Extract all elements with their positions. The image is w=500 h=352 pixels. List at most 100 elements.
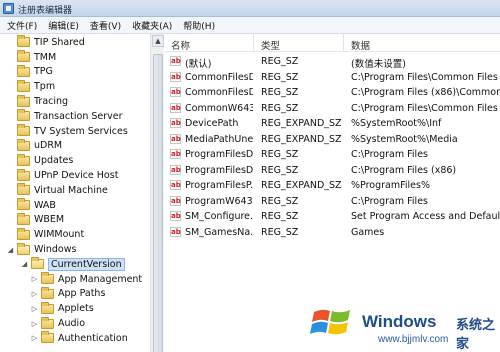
- folder-icon: [17, 183, 30, 196]
- expand-arrow-icon[interactable]: [6, 171, 15, 180]
- menu-edit[interactable]: 编辑(E): [44, 19, 83, 32]
- expand-arrow-icon[interactable]: [6, 230, 15, 239]
- value-data: Games: [351, 226, 385, 238]
- tree-item-label: App Management: [58, 273, 143, 285]
- folder-icon: [41, 301, 54, 314]
- tree-item[interactable]: ▷ Applets: [30, 301, 94, 316]
- expand-arrow-icon[interactable]: [6, 38, 15, 47]
- value-row[interactable]: ab ProgramFilesP... REG_EXPAND_SZ %ProgramF…: [165, 178, 500, 194]
- value-row[interactable]: ab MediaPathUne... REG_EXPAND_SZ %SystemRoo…: [165, 132, 500, 148]
- expand-arrow-icon[interactable]: [6, 201, 15, 210]
- tree-item-label: Applets: [58, 303, 94, 315]
- column-divider[interactable]: [253, 34, 254, 52]
- tree-item[interactable]: ▷ Authentication: [30, 331, 128, 346]
- column-name[interactable]: 名称: [171, 38, 190, 52]
- value-type: REG_SZ: [261, 102, 299, 114]
- string-value-icon: ab: [170, 211, 181, 221]
- tree-item[interactable]: WIMMount: [6, 227, 84, 242]
- value-type: REG_EXPAND_SZ: [261, 118, 342, 129]
- tree-item[interactable]: Tpm: [6, 79, 55, 94]
- tree-item-label: Virtual Machine: [34, 184, 108, 196]
- tree-item-label: CurrentVersion: [48, 257, 125, 271]
- collapse-arrow-icon[interactable]: ◢: [20, 260, 29, 269]
- column-data[interactable]: 数据: [351, 38, 370, 52]
- expand-arrow-icon[interactable]: [6, 156, 15, 165]
- tree-item[interactable]: TIP Shared: [6, 35, 85, 50]
- tree-item[interactable]: TPG: [6, 64, 53, 80]
- scroll-thumb[interactable]: [153, 54, 163, 352]
- tree-item-label: Tpm: [34, 81, 56, 93]
- column-type[interactable]: 类型: [261, 38, 280, 52]
- expand-arrow-icon[interactable]: [6, 53, 15, 62]
- value-name: SM_GamesNa...: [185, 226, 253, 238]
- windows-logo-icon: [310, 309, 350, 335]
- value-row[interactable]: ab ProgramW643... REG_SZ C:\Program Files: [165, 194, 500, 210]
- tree-item[interactable]: Virtual Machine: [6, 183, 108, 198]
- tree-item-label: uDRM: [34, 140, 63, 152]
- tree-item-label: UPnP Device Host: [34, 170, 119, 182]
- value-row[interactable]: ab ProgramFilesDir REG_SZ C:\Program Files: [165, 147, 500, 163]
- scroll-up-arrow-icon[interactable]: ▲: [152, 35, 164, 47]
- tree-item[interactable]: TMM: [6, 50, 56, 65]
- tree-item[interactable]: ▷ App Management: [30, 272, 142, 287]
- expand-arrow-icon[interactable]: ▷: [30, 304, 39, 313]
- expand-arrow-icon[interactable]: [6, 82, 15, 91]
- tree-item[interactable]: WBEM: [6, 212, 64, 228]
- tree-item[interactable]: ▷ App Paths: [30, 286, 105, 302]
- value-type: REG_SZ: [261, 71, 299, 83]
- folder-icon: [17, 198, 30, 211]
- menu-help[interactable]: 帮助(H): [179, 19, 219, 32]
- menu-view[interactable]: 查看(V): [86, 19, 125, 32]
- tree-item[interactable]: ◢ CurrentVersion: [20, 257, 125, 272]
- expand-arrow-icon[interactable]: [6, 141, 15, 150]
- folder-icon: [41, 272, 54, 285]
- expand-arrow-icon[interactable]: [6, 127, 15, 136]
- expand-arrow-icon[interactable]: ▷: [30, 319, 39, 328]
- value-row[interactable]: ab ProgramFilesD... REG_SZ C:\Program Files…: [165, 163, 500, 179]
- value-type: REG_SZ: [261, 211, 299, 222]
- expand-arrow-icon[interactable]: ▷: [30, 289, 39, 298]
- tree-item[interactable]: Transaction Server: [6, 109, 123, 124]
- value-name: CommonFilesD...: [185, 87, 253, 98]
- tree-item[interactable]: UPnP Device Host: [6, 168, 118, 183]
- value-row[interactable]: ab SM_Configure... REG_SZ Set Program Acces…: [165, 209, 500, 225]
- string-value-icon: ab: [170, 226, 181, 237]
- value-row[interactable]: ab CommonFilesDir REG_SZ C:\Program Files\C…: [165, 70, 500, 86]
- tree-item[interactable]: Updates: [6, 153, 73, 168]
- column-divider[interactable]: [343, 34, 344, 52]
- value-row[interactable]: ab DevicePath REG_EXPAND_SZ %SystemRoot%\In…: [165, 116, 500, 132]
- value-row[interactable]: ab CommonW643... REG_SZ C:\Program Files\Co…: [165, 101, 500, 117]
- tree-item-label: Tracing: [34, 96, 69, 108]
- value-row[interactable]: ab (默认) REG_SZ (数值未设置): [165, 54, 500, 70]
- watermark: Windows 系统之家 www.bjjmlv.com: [310, 300, 500, 352]
- tree-item[interactable]: Tracing: [6, 94, 68, 109]
- value-row[interactable]: ab CommonFilesD... REG_SZ C:\Program Files …: [165, 85, 500, 101]
- string-value-icon: ab: [170, 149, 181, 159]
- expand-arrow-icon[interactable]: [6, 215, 15, 224]
- value-row[interactable]: ab SM_GamesNa... REG_SZ Games: [165, 225, 500, 241]
- expand-arrow-icon[interactable]: [6, 112, 15, 121]
- collapse-arrow-icon[interactable]: ◢: [6, 245, 15, 254]
- tree-item[interactable]: TV System Services: [6, 124, 128, 139]
- tree-scrollbar[interactable]: ▲: [150, 34, 164, 352]
- tree-item[interactable]: ◢ Windows: [6, 242, 76, 257]
- menu-favorites[interactable]: 收藏夹(A): [128, 19, 176, 32]
- expand-arrow-icon[interactable]: ▷: [30, 334, 39, 343]
- tree-item[interactable]: WAB: [6, 198, 56, 213]
- folder-icon: [17, 212, 30, 225]
- expand-arrow-icon[interactable]: [6, 97, 15, 106]
- tree-item[interactable]: ▷ Audio: [30, 316, 85, 331]
- tree-item-label: TPG: [34, 66, 53, 78]
- tree-item-label: TIP Shared: [34, 36, 85, 48]
- expand-arrow-icon[interactable]: ▷: [30, 275, 39, 284]
- folder-icon: [17, 242, 30, 255]
- value-name: ProgramW643...: [185, 195, 253, 207]
- folder-icon: [17, 227, 30, 240]
- folder-icon: [17, 109, 30, 122]
- expand-arrow-icon[interactable]: [6, 186, 15, 195]
- tree-item[interactable]: uDRM: [6, 138, 63, 154]
- value-name: (默认): [185, 59, 212, 70]
- expand-arrow-icon[interactable]: [6, 67, 15, 76]
- menu-file[interactable]: 文件(F): [3, 19, 41, 32]
- string-value-icon: ab: [170, 56, 181, 66]
